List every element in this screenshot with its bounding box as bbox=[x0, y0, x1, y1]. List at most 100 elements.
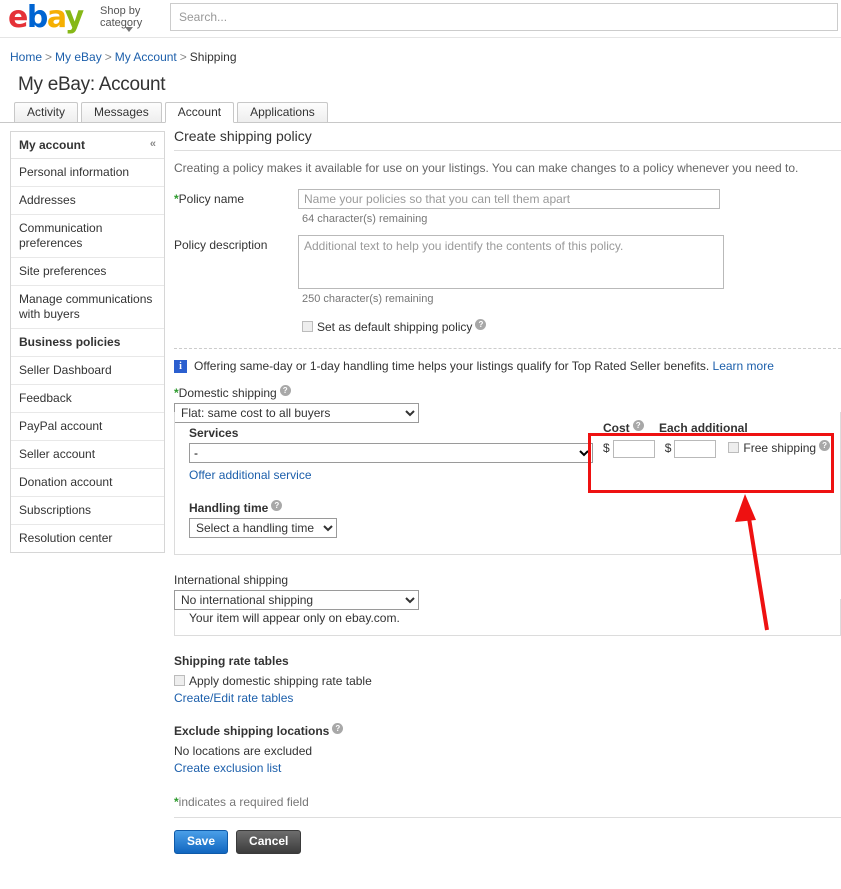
domestic-shipping-group: Services - Offer additional service Cost… bbox=[174, 412, 841, 555]
cost-input[interactable] bbox=[613, 440, 655, 458]
help-icon[interactable]: ? bbox=[332, 723, 343, 734]
apply-rate-table-row: Apply domestic shipping rate table bbox=[174, 674, 841, 688]
breadcrumb-separator: > bbox=[105, 50, 112, 64]
chevron-down-icon bbox=[125, 27, 133, 32]
breadcrumb: Home>My eBay>My Account>Shipping bbox=[0, 38, 841, 64]
cancel-button[interactable]: Cancel bbox=[236, 830, 301, 854]
logo-letter-e: e bbox=[8, 0, 27, 35]
sidebar-group-business-policies[interactable]: Business policies bbox=[11, 329, 164, 357]
shop-by-line1: Shop by bbox=[100, 5, 142, 17]
free-shipping-checkbox[interactable] bbox=[728, 442, 739, 453]
learn-more-link[interactable]: Learn more bbox=[713, 359, 774, 373]
sidebar-item-manage-communications-with-buyers[interactable]: Manage communications with buyers bbox=[11, 286, 164, 329]
tab-messages[interactable]: Messages bbox=[81, 102, 162, 122]
info-icon: i bbox=[174, 360, 187, 373]
cost-inputs-row: $$Free shipping? bbox=[603, 440, 841, 458]
required-field-note-text: indicates a required field bbox=[179, 795, 309, 809]
tab-bar: ActivityMessagesAccountApplications bbox=[0, 102, 841, 123]
services-row: Services - Offer additional service Cost… bbox=[189, 426, 828, 482]
help-icon[interactable]: ? bbox=[475, 319, 486, 330]
help-icon[interactable]: ? bbox=[280, 385, 291, 396]
handling-time-row: Handling time? Select a handling time bbox=[189, 500, 828, 538]
shop-by-category-button[interactable]: Shop by category bbox=[100, 5, 142, 29]
policy-description-row: Policy description bbox=[174, 235, 841, 289]
save-button[interactable]: Save bbox=[174, 830, 228, 854]
ebay-logo[interactable]: ebay bbox=[8, 1, 83, 35]
create-exclusion-list-link[interactable]: Create exclusion list bbox=[174, 761, 281, 775]
shop-by-line2: category bbox=[100, 17, 142, 29]
cost-header-text: Cost bbox=[603, 421, 630, 435]
free-shipping-label: Free shipping bbox=[743, 441, 816, 455]
policy-name-row: *Policy name bbox=[174, 189, 841, 209]
breadcrumb-item-my-ebay[interactable]: My eBay bbox=[55, 50, 102, 64]
help-icon[interactable]: ? bbox=[271, 500, 282, 511]
help-icon[interactable]: ? bbox=[633, 420, 644, 431]
main-content: Create shipping policy Creating a policy… bbox=[174, 128, 841, 854]
sidebar-item-addresses[interactable]: Addresses bbox=[11, 187, 164, 215]
shipping-rate-tables-block: Shipping rate tables Apply domestic ship… bbox=[174, 654, 841, 705]
each-additional-header: Each additional bbox=[659, 421, 748, 435]
international-shipping-select[interactable]: No international shipping bbox=[174, 590, 419, 610]
search-input[interactable] bbox=[170, 3, 838, 31]
breadcrumb-separator: > bbox=[180, 50, 187, 64]
sidebar-item-seller-dashboard[interactable]: Seller Dashboard bbox=[11, 357, 164, 385]
policy-name-label: *Policy name bbox=[174, 189, 298, 206]
sidebar-header: My account « bbox=[11, 132, 164, 159]
cost-headers: Cost? Each additional bbox=[603, 420, 841, 435]
sidebar-item-paypal-account[interactable]: PayPal account bbox=[11, 413, 164, 441]
sidebar-item-feedback[interactable]: Feedback bbox=[11, 385, 164, 413]
sidebar-item-site-preferences[interactable]: Site preferences bbox=[11, 258, 164, 286]
policy-description-label: Policy description bbox=[174, 235, 298, 252]
form-actions: Save Cancel bbox=[174, 830, 841, 854]
breadcrumb-item-my-account[interactable]: My Account bbox=[115, 50, 177, 64]
sidebar-item-donation-account[interactable]: Donation account bbox=[11, 469, 164, 497]
help-icon[interactable]: ? bbox=[819, 440, 830, 451]
exclude-locations-heading-text: Exclude shipping locations bbox=[174, 724, 329, 738]
sidebar-item-personal-information[interactable]: Personal information bbox=[11, 159, 164, 187]
rate-tables-link-row: Create/Edit rate tables bbox=[174, 691, 841, 705]
page-title: My eBay: Account bbox=[0, 64, 841, 96]
logo-letter-a: a bbox=[47, 0, 65, 35]
tab-activity[interactable]: Activity bbox=[14, 102, 78, 122]
handling-time-label: Handling time? bbox=[189, 500, 828, 515]
policy-name-input[interactable] bbox=[298, 189, 720, 209]
tab-account[interactable]: Account bbox=[165, 102, 234, 123]
offer-additional-service-link[interactable]: Offer additional service bbox=[189, 468, 312, 482]
section-heading-create-shipping-policy: Create shipping policy bbox=[174, 128, 841, 151]
sidebar-item-resolution-center[interactable]: Resolution center bbox=[11, 525, 164, 552]
shipping-rate-tables-heading: Shipping rate tables bbox=[174, 654, 841, 668]
intro-text: Creating a policy makes it available for… bbox=[174, 151, 841, 189]
sidebar-item-subscriptions[interactable]: Subscriptions bbox=[11, 497, 164, 525]
info-note: iOffering same-day or 1-day handling tim… bbox=[174, 359, 841, 385]
masthead: ebay Shop by category bbox=[0, 0, 841, 38]
policy-description-char-hint: 250 character(s) remaining bbox=[302, 293, 841, 305]
collapse-icon[interactable]: « bbox=[150, 138, 156, 150]
page-root: ebay Shop by category Home>My eBay>My Ac… bbox=[0, 0, 841, 889]
breadcrumb-separator: > bbox=[45, 50, 52, 64]
set-default-checkbox[interactable] bbox=[302, 321, 313, 332]
domestic-shipping-label: *Domestic shipping? bbox=[174, 385, 841, 400]
exclude-locations-status: No locations are excluded bbox=[174, 744, 841, 758]
handling-time-select[interactable]: Select a handling time bbox=[189, 518, 337, 538]
each-additional-input[interactable] bbox=[674, 440, 716, 458]
required-field-note: *indicates a required field bbox=[174, 795, 841, 818]
sidebar-item-seller-account[interactable]: Seller account bbox=[11, 441, 164, 469]
set-default-label: Set as default shipping policy bbox=[317, 320, 472, 334]
apply-domestic-rate-table-checkbox[interactable] bbox=[174, 675, 185, 686]
domestic-shipping-label-text: Domestic shipping bbox=[179, 386, 277, 400]
create-edit-rate-tables-link[interactable]: Create/Edit rate tables bbox=[174, 691, 293, 705]
tab-applications[interactable]: Applications bbox=[237, 102, 328, 122]
logo-letter-b: b bbox=[27, 0, 47, 35]
sidebar: My account « Personal information Addres… bbox=[10, 131, 165, 553]
services-select[interactable]: - bbox=[189, 443, 593, 463]
section-divider bbox=[174, 348, 841, 349]
breadcrumb-item-home[interactable]: Home bbox=[10, 50, 42, 64]
logo-letter-y: y bbox=[65, 0, 83, 35]
policy-name-label-text: Policy name bbox=[179, 192, 244, 206]
international-shipping-label: International shipping bbox=[174, 573, 841, 587]
exclusion-link-row: Create exclusion list bbox=[174, 761, 841, 775]
apply-domestic-rate-table-label: Apply domestic shipping rate table bbox=[189, 674, 372, 688]
cost-panel: Cost? Each additional $$Free shipping? bbox=[603, 420, 841, 458]
policy-description-input[interactable] bbox=[298, 235, 724, 289]
sidebar-item-communication-preferences[interactable]: Communication preferences bbox=[11, 215, 164, 258]
